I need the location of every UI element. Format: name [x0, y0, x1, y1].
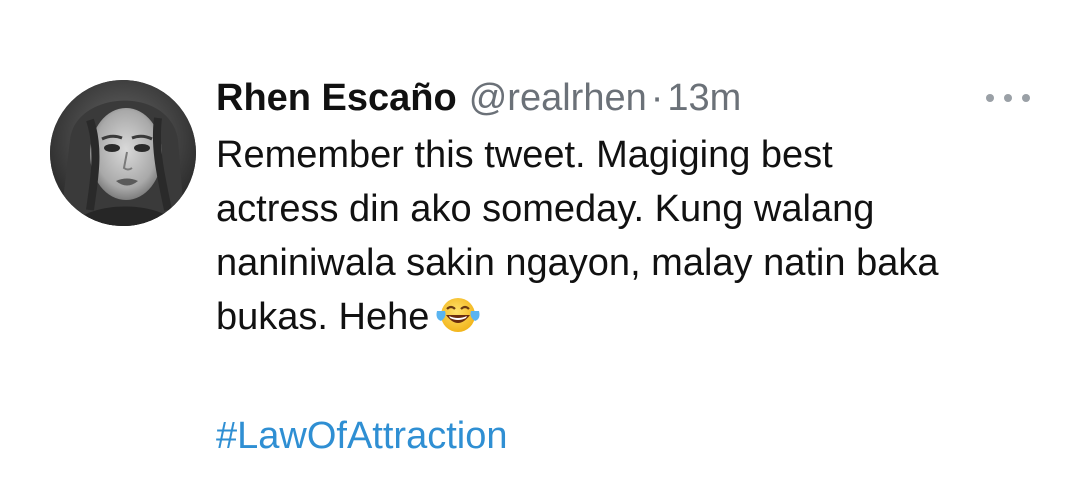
author-display-name[interactable]: Rhen Escaño: [216, 72, 457, 124]
more-horizontal-icon[interactable]: [986, 88, 1030, 108]
tweet-timestamp[interactable]: 13m: [667, 72, 741, 124]
tweet-text-line: actress din ako someday. Kung walang: [216, 188, 875, 230]
more-dot: [1004, 94, 1012, 102]
tweet-text: Remember this tweet. Magiging best actre…: [216, 128, 996, 350]
avatar[interactable]: [50, 80, 196, 226]
hashtag-link[interactable]: #LawOfAttraction: [216, 410, 1016, 462]
face-with-tears-of-joy-icon: [435, 295, 481, 350]
profile-photo-icon: [50, 80, 196, 226]
tweet-text-line: bukas. Hehe: [216, 296, 430, 338]
author-handle[interactable]: @realrhen: [469, 72, 647, 124]
tweet-header: Rhen Escaño @realrhen · 13m: [216, 72, 1016, 124]
tweet-text-line: naniniwala sakin ngayon, malay natin bak…: [216, 242, 939, 284]
header-separator: ·: [650, 77, 664, 119]
tweet-text-line-last: bukas. Hehe: [216, 290, 996, 350]
tweet-card[interactable]: Rhen Escaño @realrhen · 13m Remember thi…: [0, 0, 1079, 492]
more-dot: [1022, 94, 1030, 102]
more-dot: [986, 94, 994, 102]
tweet-content: Rhen Escaño @realrhen · 13m Remember thi…: [216, 72, 1016, 462]
tweet-text-line: Remember this tweet. Magiging best: [216, 134, 833, 176]
